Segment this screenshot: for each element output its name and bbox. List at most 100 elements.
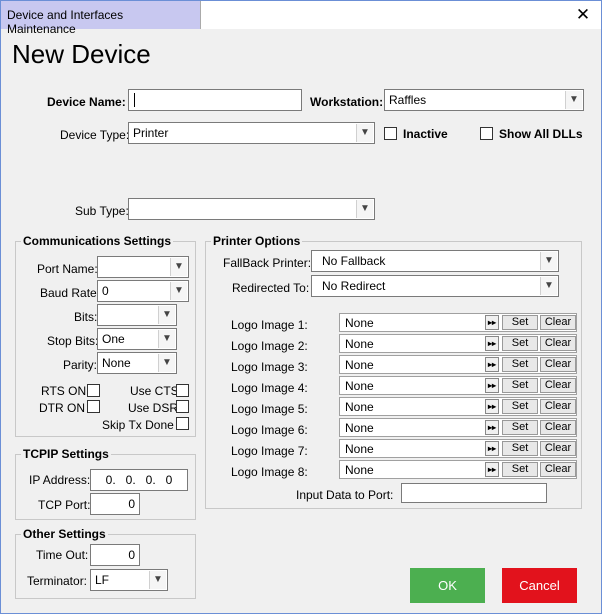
logo-set-button[interactable]: Set <box>502 357 538 372</box>
logo-clear-button[interactable]: Clear <box>540 462 576 477</box>
close-icon[interactable]: ✕ <box>573 5 593 25</box>
tcp-port-input[interactable]: 0 <box>90 493 140 515</box>
timeout-input[interactable]: 0 <box>90 544 140 566</box>
logo-image-value: None <box>345 358 374 372</box>
port-name-select[interactable]: ▼ <box>97 256 189 278</box>
logo-image-label: Logo Image 5: <box>231 402 308 416</box>
show-all-dlls-checkbox[interactable] <box>480 127 493 140</box>
chevron-down-icon[interactable]: ▼ <box>149 571 166 589</box>
communications-settings-title: Communications Settings <box>21 234 174 248</box>
logo-set-button[interactable]: Set <box>502 420 538 435</box>
baud-rate-select[interactable]: 0 ▼ <box>97 280 189 302</box>
logo-image-row: None ▸▸ Set Clear <box>339 313 577 332</box>
fast-forward-icon[interactable]: ▸▸ <box>485 399 499 414</box>
tcp-port-label: TCP Port: <box>38 498 91 512</box>
logo-set-button[interactable]: Set <box>502 378 538 393</box>
device-type-label: Device Type: <box>60 128 130 142</box>
stop-bits-value: One <box>102 332 125 346</box>
bits-select[interactable]: ▼ <box>97 304 177 326</box>
logo-image-row: None ▸▸ Set Clear <box>339 355 577 374</box>
redirected-to-select[interactable]: No Redirect ▼ <box>311 275 559 297</box>
chevron-down-icon[interactable]: ▼ <box>356 200 373 218</box>
chevron-down-icon[interactable]: ▼ <box>158 330 175 348</box>
use-cts-checkbox[interactable] <box>176 384 189 397</box>
fast-forward-icon[interactable]: ▸▸ <box>485 336 499 351</box>
logo-image-row: None ▸▸ Set Clear <box>339 376 577 395</box>
logo-image-value: None <box>345 442 374 456</box>
logo-set-button[interactable]: Set <box>502 462 538 477</box>
logo-image-value: None <box>345 421 374 435</box>
ok-button[interactable]: OK <box>410 568 485 603</box>
chevron-down-icon[interactable]: ▼ <box>540 252 557 270</box>
logo-image-row: None ▸▸ Set Clear <box>339 460 577 479</box>
logo-clear-button[interactable]: Clear <box>540 315 576 330</box>
fast-forward-icon[interactable]: ▸▸ <box>485 441 499 456</box>
logo-image-value: None <box>345 316 374 330</box>
cancel-button[interactable]: Cancel <box>502 568 577 603</box>
logo-set-button[interactable]: Set <box>502 336 538 351</box>
port-name-label: Port Name: <box>37 262 98 276</box>
sub-type-label: Sub Type: <box>75 204 129 218</box>
dialog-window: Device and Interfaces Maintenance ✕ New … <box>0 0 602 614</box>
title-bar: Device and Interfaces Maintenance ✕ <box>1 1 601 36</box>
baud-rate-label: Baud Rate: <box>40 286 101 300</box>
use-dsr-checkbox[interactable] <box>176 400 189 413</box>
logo-set-button[interactable]: Set <box>502 441 538 456</box>
skip-tx-done-label: Skip Tx Done <box>102 418 174 432</box>
inactive-checkbox[interactable] <box>384 127 397 140</box>
device-type-value: Printer <box>133 126 169 140</box>
logo-set-button[interactable]: Set <box>502 315 538 330</box>
fast-forward-icon[interactable]: ▸▸ <box>485 357 499 372</box>
use-dsr-label: Use DSR <box>128 401 179 415</box>
rts-on-checkbox[interactable] <box>87 384 100 397</box>
chevron-down-icon[interactable]: ▼ <box>158 306 175 324</box>
device-type-select[interactable]: Printer ▼ <box>128 122 375 144</box>
workstation-select[interactable]: Raffles ▼ <box>384 89 584 111</box>
logo-image-value: None <box>345 379 374 393</box>
terminator-select[interactable]: LF ▼ <box>90 569 168 591</box>
logo-image-label: Logo Image 2: <box>231 339 308 353</box>
chevron-down-icon[interactable]: ▼ <box>158 354 175 372</box>
input-data-to-port-label: Input Data to Port: <box>296 488 394 502</box>
logo-set-button[interactable]: Set <box>502 399 538 414</box>
stop-bits-label: Stop Bits: <box>47 334 99 348</box>
terminator-label: Terminator: <box>27 574 88 588</box>
logo-image-value: None <box>345 400 374 414</box>
chevron-down-icon[interactable]: ▼ <box>170 282 187 300</box>
dtr-on-checkbox[interactable] <box>87 400 100 413</box>
skip-tx-done-checkbox[interactable] <box>176 417 189 430</box>
chevron-down-icon[interactable]: ▼ <box>170 258 187 276</box>
bits-label: Bits: <box>74 310 98 324</box>
stop-bits-select[interactable]: One ▼ <box>97 328 177 350</box>
fast-forward-icon[interactable]: ▸▸ <box>485 462 499 477</box>
redirected-to-label: Redirected To: <box>232 281 310 295</box>
timeout-label: Time Out: <box>36 548 89 562</box>
logo-image-row: None ▸▸ Set Clear <box>339 334 577 353</box>
logo-clear-button[interactable]: Clear <box>540 441 576 456</box>
input-data-to-port-field[interactable] <box>401 483 547 503</box>
fast-forward-icon[interactable]: ▸▸ <box>485 315 499 330</box>
parity-select[interactable]: None ▼ <box>97 352 177 374</box>
logo-clear-button[interactable]: Clear <box>540 399 576 414</box>
logo-clear-button[interactable]: Clear <box>540 357 576 372</box>
tcpip-settings-title: TCPIP Settings <box>21 447 111 461</box>
logo-image-row: None ▸▸ Set Clear <box>339 397 577 416</box>
sub-type-select[interactable]: ▼ <box>128 198 375 220</box>
fallback-printer-select[interactable]: No Fallback ▼ <box>311 250 559 272</box>
logo-clear-button[interactable]: Clear <box>540 420 576 435</box>
chevron-down-icon[interactable]: ▼ <box>540 277 557 295</box>
fast-forward-icon[interactable]: ▸▸ <box>485 378 499 393</box>
logo-image-label: Logo Image 4: <box>231 381 308 395</box>
fast-forward-icon[interactable]: ▸▸ <box>485 420 499 435</box>
logo-clear-button[interactable]: Clear <box>540 378 576 393</box>
logo-clear-button[interactable]: Clear <box>540 336 576 351</box>
use-cts-label: Use CTS <box>130 384 179 398</box>
logo-image-value: None <box>345 337 374 351</box>
device-name-input[interactable] <box>128 89 302 111</box>
text-caret <box>134 93 135 107</box>
ip-address-input[interactable]: 0. 0. 0. 0 <box>90 469 188 491</box>
chevron-down-icon[interactable]: ▼ <box>356 124 373 142</box>
baud-rate-value: 0 <box>102 284 109 298</box>
workstation-value: Raffles <box>389 93 427 107</box>
chevron-down-icon[interactable]: ▼ <box>565 91 582 109</box>
